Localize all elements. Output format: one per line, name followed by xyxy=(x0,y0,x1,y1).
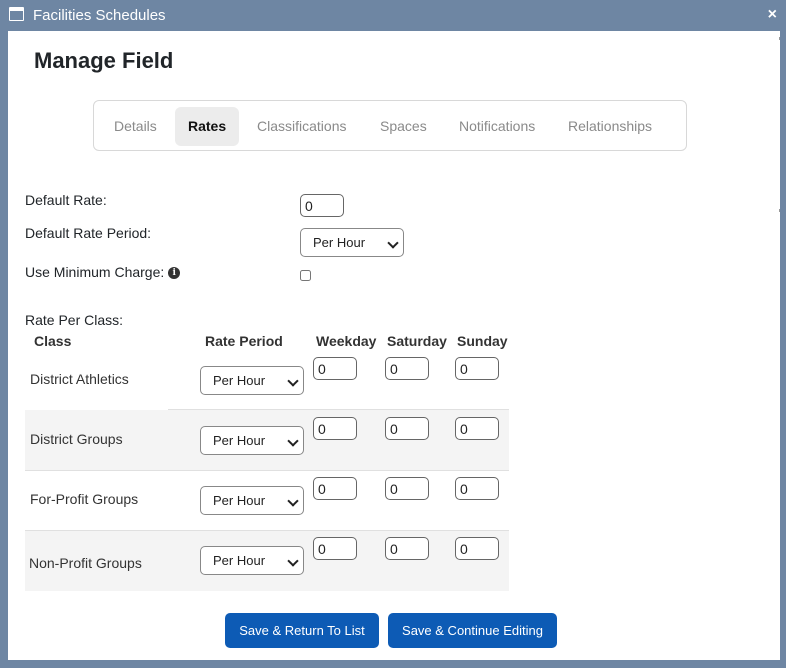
tab-rates[interactable]: Rates xyxy=(175,107,240,146)
tab-bar: Details Rates Classifications Spaces Not… xyxy=(93,100,687,151)
tab-spaces[interactable]: Spaces xyxy=(367,107,440,146)
rate-period-select[interactable]: Per Hour xyxy=(200,366,304,395)
use-min-charge-checkbox[interactable] xyxy=(300,270,311,281)
chevron-down-icon xyxy=(287,555,299,567)
header-class: Class xyxy=(34,333,72,349)
default-rate-period-value: Per Hour xyxy=(313,235,366,250)
class-name: District Athletics xyxy=(30,371,129,387)
weekday-rate-input[interactable] xyxy=(313,477,357,500)
rate-period-select[interactable]: Per Hour xyxy=(200,486,304,515)
saturday-rate-input[interactable] xyxy=(385,417,429,440)
save-continue-button[interactable]: Save & Continue Editing xyxy=(388,613,557,648)
header-saturday: Saturday xyxy=(387,333,447,349)
sunday-rate-input[interactable] xyxy=(455,537,499,560)
tab-notifications[interactable]: Notifications xyxy=(446,107,548,146)
rate-period-select[interactable]: Per Hour xyxy=(200,546,304,575)
rate-period-value: Per Hour xyxy=(213,553,266,568)
page-title: Manage Field xyxy=(34,48,174,73)
scrollbar[interactable] xyxy=(779,37,780,40)
class-name: For-Profit Groups xyxy=(30,491,139,507)
default-rate-label: Default Rate: xyxy=(25,192,107,208)
rate-period-value: Per Hour xyxy=(213,493,266,508)
scrollbar-thumb[interactable] xyxy=(779,209,780,212)
rate-per-class-label: Rate Per Class: xyxy=(25,312,124,328)
default-rate-input[interactable] xyxy=(300,194,344,217)
tab-relationships[interactable]: Relationships xyxy=(555,107,665,146)
header-weekday: Weekday xyxy=(316,333,377,349)
window-title: Facilities Schedules xyxy=(33,7,166,24)
chevron-down-icon xyxy=(287,435,299,447)
chevron-down-icon xyxy=(387,237,399,249)
weekday-rate-input[interactable] xyxy=(313,537,357,560)
chevron-down-icon xyxy=(287,495,299,507)
close-icon[interactable]: × xyxy=(768,6,777,24)
weekday-rate-input[interactable] xyxy=(313,417,357,440)
header-sunday: Sunday xyxy=(457,333,508,349)
tab-details[interactable]: Details xyxy=(101,107,170,146)
rate-period-select[interactable]: Per Hour xyxy=(200,426,304,455)
use-min-charge-text: Use Minimum Charge: xyxy=(25,264,165,280)
dialog-window: Facilities Schedules × Manage Field Deta… xyxy=(0,0,786,668)
weekday-rate-input[interactable] xyxy=(313,357,357,380)
saturday-rate-input[interactable] xyxy=(385,537,429,560)
sunday-rate-input[interactable] xyxy=(455,477,499,500)
dialog-content: Manage Field Details Rates Classificatio… xyxy=(8,31,780,660)
info-icon[interactable]: i xyxy=(168,267,181,280)
default-rate-period-label: Default Rate Period: xyxy=(25,225,152,241)
sunday-rate-input[interactable] xyxy=(455,417,499,440)
window-icon xyxy=(9,7,24,21)
saturday-rate-input[interactable] xyxy=(385,357,429,380)
default-rate-period-select[interactable]: Per Hour xyxy=(300,228,404,257)
title-bar[interactable]: Facilities Schedules × xyxy=(0,0,786,31)
save-return-button[interactable]: Save & Return To List xyxy=(225,613,379,648)
chevron-down-icon xyxy=(287,375,299,387)
tab-classifications[interactable]: Classifications xyxy=(244,107,359,146)
use-min-charge-label: Use Minimum Charge: i xyxy=(25,264,181,280)
rate-period-value: Per Hour xyxy=(213,373,266,388)
rate-period-value: Per Hour xyxy=(213,433,266,448)
class-name: Non-Profit Groups xyxy=(29,555,142,571)
class-name: District Groups xyxy=(30,431,123,447)
sunday-rate-input[interactable] xyxy=(455,357,499,380)
header-rate-period: Rate Period xyxy=(205,333,283,349)
row-divider xyxy=(25,470,509,471)
saturday-rate-input[interactable] xyxy=(385,477,429,500)
